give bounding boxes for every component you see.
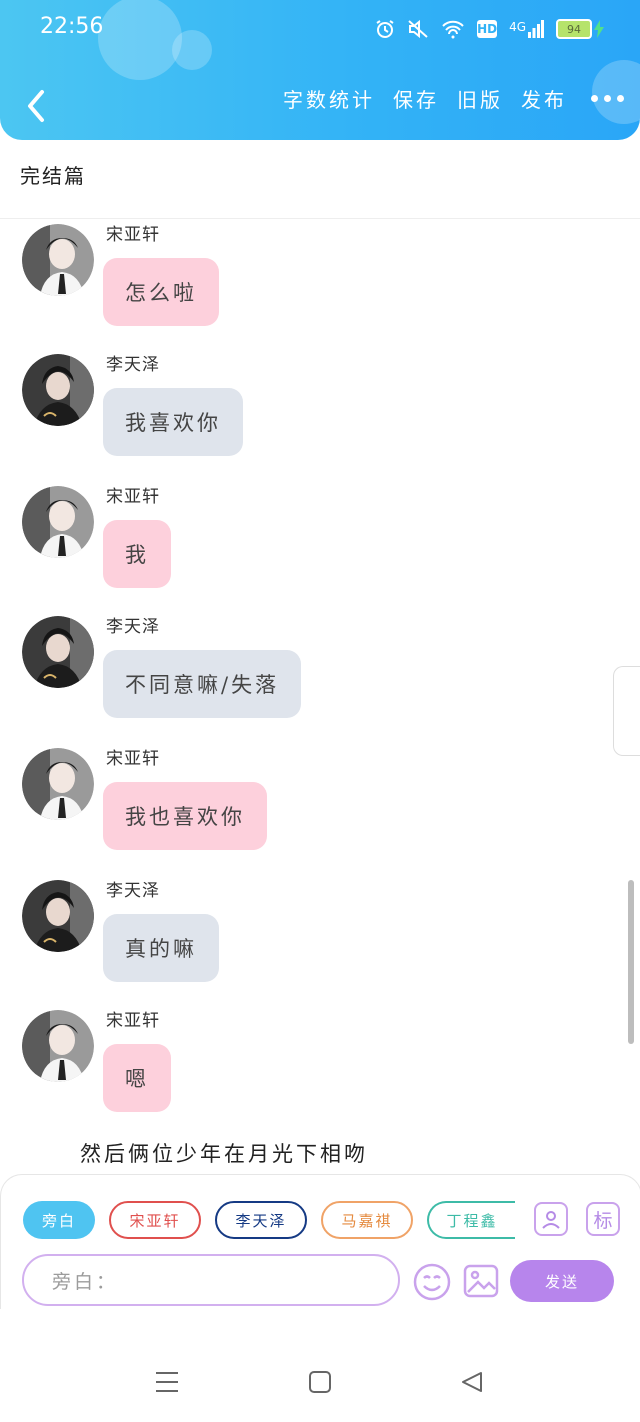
more-icon[interactable] bbox=[591, 95, 624, 102]
alarm-icon bbox=[376, 20, 394, 38]
charging-icon bbox=[594, 20, 604, 38]
side-drawer-handle[interactable] bbox=[613, 666, 640, 756]
wifi-icon bbox=[442, 20, 464, 39]
chip-aside[interactable]: 旁白 bbox=[23, 1201, 95, 1239]
divider bbox=[0, 218, 640, 219]
narration-text[interactable]: 然后俩位少年在月光下相吻 bbox=[80, 1138, 368, 1168]
image-icon[interactable] bbox=[462, 1262, 500, 1300]
message-bubble[interactable]: 真的嘛 bbox=[103, 914, 219, 982]
message-item: 宋亚轩 我也喜欢你 bbox=[0, 746, 640, 856]
decor-bubble bbox=[172, 30, 212, 70]
chapter-title[interactable]: 完结篇 bbox=[20, 160, 86, 189]
header-actions: 字数统计 保存 旧版 发布 bbox=[283, 84, 624, 113]
top-bar: 22:56 HD 4G 94 字数统计 保存 旧版 发布 bbox=[0, 0, 640, 140]
scrollbar[interactable] bbox=[628, 880, 634, 1044]
battery-icon: 94 bbox=[556, 19, 604, 39]
chip-songyaxuan[interactable]: 宋亚轩 bbox=[109, 1201, 201, 1239]
sender-name: 李天泽 bbox=[106, 881, 160, 901]
message-bubble[interactable]: 我 bbox=[103, 520, 171, 588]
chip-litianze[interactable]: 李天泽 bbox=[215, 1201, 307, 1239]
avatar-litianze[interactable] bbox=[22, 616, 94, 688]
message-bubble[interactable]: 我也喜欢你 bbox=[103, 782, 267, 850]
home-icon[interactable] bbox=[308, 1370, 332, 1394]
chip-majiaqi[interactable]: 马嘉祺 bbox=[321, 1201, 413, 1239]
hd-icon: HD bbox=[477, 20, 498, 38]
menu-icon[interactable] bbox=[154, 1370, 180, 1394]
word-count-button[interactable]: 字数统计 bbox=[283, 84, 375, 113]
avatar-songyaxuan[interactable] bbox=[22, 486, 94, 558]
message-item: 宋亚轩 嗯 bbox=[0, 1008, 640, 1118]
sender-name: 李天泽 bbox=[106, 355, 160, 375]
emoji-icon[interactable] bbox=[412, 1262, 452, 1302]
message-input[interactable]: 旁白： bbox=[22, 1254, 400, 1306]
send-button[interactable]: 发送 bbox=[510, 1260, 614, 1302]
message-bubble[interactable]: 不同意嘛/失落 bbox=[103, 650, 302, 718]
message-item: 李天泽 真的嘛 bbox=[0, 878, 640, 988]
message-item: 宋亚轩 怎么啦 bbox=[0, 222, 640, 332]
chip-dingchengxin[interactable]: 丁程鑫 bbox=[427, 1201, 515, 1239]
decor-bubble bbox=[98, 0, 182, 80]
back-button[interactable] bbox=[22, 86, 48, 126]
message-bubble[interactable]: 嗯 bbox=[103, 1044, 171, 1112]
system-nav-bar bbox=[0, 1340, 640, 1422]
tag-button[interactable]: 标 bbox=[586, 1202, 620, 1236]
avatar-litianze[interactable] bbox=[22, 354, 94, 426]
message-bubble[interactable]: 怎么啦 bbox=[103, 258, 219, 326]
sender-name: 宋亚轩 bbox=[106, 749, 160, 769]
sender-name: 宋亚轩 bbox=[106, 487, 160, 507]
signal-icon: 4G bbox=[509, 20, 544, 38]
status-time: 22:56 bbox=[40, 14, 104, 39]
message-item: 宋亚轩 我 bbox=[0, 484, 640, 594]
message-bubble[interactable]: 我喜欢你 bbox=[103, 388, 243, 456]
avatar-songyaxuan[interactable] bbox=[22, 1010, 94, 1082]
save-button[interactable]: 保存 bbox=[393, 84, 439, 113]
sender-name: 宋亚轩 bbox=[106, 225, 160, 245]
character-icon[interactable] bbox=[534, 1202, 568, 1236]
sender-name: 宋亚轩 bbox=[106, 1011, 160, 1031]
avatar-songyaxuan[interactable] bbox=[22, 224, 94, 296]
avatar-litianze[interactable] bbox=[22, 880, 94, 952]
message-item: 李天泽 不同意嘛/失落 bbox=[0, 614, 640, 724]
avatar-songyaxuan[interactable] bbox=[22, 748, 94, 820]
old-version-button[interactable]: 旧版 bbox=[457, 84, 503, 113]
network-label: 4G bbox=[509, 20, 526, 34]
mute-icon bbox=[408, 19, 428, 39]
message-item: 李天泽 我喜欢你 bbox=[0, 352, 640, 462]
battery-level: 94 bbox=[556, 19, 592, 39]
back-nav-icon[interactable] bbox=[460, 1370, 484, 1394]
publish-button[interactable]: 发布 bbox=[521, 84, 567, 113]
role-chips: 旁白 宋亚轩 李天泽 马嘉祺 丁程鑫 bbox=[23, 1201, 515, 1239]
status-icons: HD 4G 94 bbox=[375, 14, 604, 44]
sender-name: 李天泽 bbox=[106, 617, 160, 637]
